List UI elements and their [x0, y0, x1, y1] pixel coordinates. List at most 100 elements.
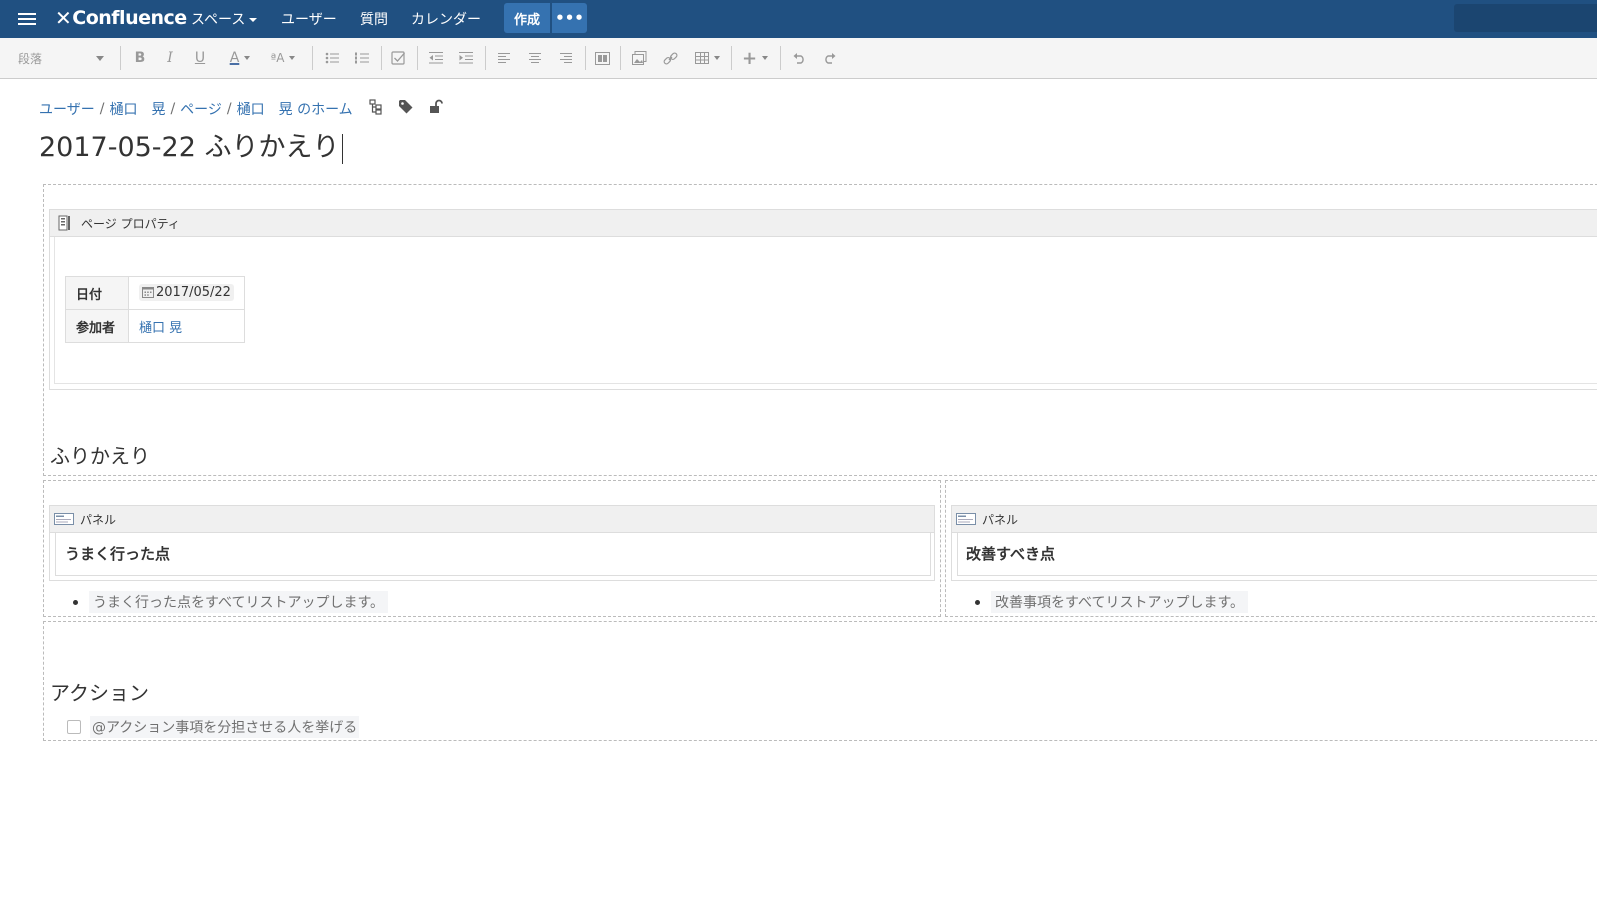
task-checkbox[interactable] [67, 720, 81, 734]
more-create-options-button[interactable]: ••• [552, 3, 587, 33]
redo-icon [825, 53, 836, 64]
italic-button[interactable]: I [160, 38, 180, 78]
nav-spaces[interactable]: スペース [191, 9, 258, 29]
page-properties-table: 日付 2017/05/22 参加者 樋口 晃 [65, 276, 245, 343]
date-value: 2017/05/22 [156, 284, 231, 300]
insert-link-button[interactable] [660, 38, 680, 78]
toolbar-divider [120, 46, 121, 70]
toolbar-divider [585, 46, 586, 70]
chevron-down-icon [249, 18, 258, 22]
panel-inner-frame [55, 533, 931, 576]
breadcrumb-home[interactable]: 樋口 晃 のホーム [237, 99, 353, 119]
nav-users[interactable]: ユーザー [281, 9, 337, 29]
paragraph-style-label: 段落 [18, 51, 43, 66]
toolbar-divider [417, 46, 418, 70]
confluence-logo[interactable]: ✕ Confluence [55, 6, 187, 30]
panel-macro-icon [956, 513, 976, 525]
undo-button[interactable] [789, 38, 809, 78]
numbered-list-button[interactable] [352, 38, 372, 78]
panel-macro-header-improve[interactable]: パネル [951, 505, 1597, 533]
chevron-down-icon [713, 56, 720, 60]
page-layout-icon [594, 51, 610, 65]
text-format-button[interactable]: ªA [266, 38, 300, 78]
panel-title-improve[interactable]: 改善すべき点 [966, 543, 1055, 564]
page-tree-icon[interactable] [369, 99, 385, 115]
page-properties-macro-header[interactable]: ページ プロパティ [49, 209, 1597, 237]
indent-button[interactable] [456, 38, 476, 78]
image-icon [631, 50, 646, 65]
task-list-button[interactable] [388, 38, 408, 78]
outdent-button[interactable] [426, 38, 446, 78]
chevron-down-icon [244, 56, 251, 60]
nav-spaces-label: スペース [191, 12, 246, 28]
participants-value-cell: 樋口 晃 [128, 309, 245, 343]
panel-body-good [49, 533, 935, 581]
plus-icon: + [741, 47, 758, 69]
paragraph-style-select[interactable]: 段落 [18, 46, 108, 70]
breadcrumb-pages[interactable]: ページ [180, 99, 222, 119]
insert-table-button[interactable] [690, 38, 724, 78]
insert-image-button[interactable] [629, 38, 649, 78]
link-icon [663, 51, 677, 64]
panel-title-good[interactable]: うまく行った点 [65, 543, 170, 564]
actions-heading[interactable]: アクション [50, 677, 149, 706]
panel-macro-header-good[interactable]: パネル [49, 505, 935, 533]
bullet-list-button[interactable] [322, 38, 342, 78]
text-color-label: A [229, 50, 240, 66]
participant-user-link[interactable]: 樋口 晃 [139, 321, 182, 336]
chevron-down-icon [96, 56, 104, 61]
breadcrumb-separator: / [99, 101, 105, 117]
chevron-down-icon [289, 56, 296, 60]
breadcrumb-separator: / [226, 101, 232, 117]
toolbar-divider [485, 46, 486, 70]
nav-questions[interactable]: 質問 [360, 9, 388, 29]
align-right-button[interactable] [556, 38, 576, 78]
list-item[interactable]: 改善事項をすべてリストアップします。 [975, 591, 1249, 613]
bold-button[interactable]: B [130, 38, 150, 78]
page-title-text: 2017-05-22 ふりかえり [39, 132, 340, 163]
logo-text: Confluence [72, 7, 187, 29]
task-placeholder-text: @アクション事項を分担させる人を挙げる [90, 716, 360, 738]
toolbar-divider [312, 46, 313, 70]
date-label-cell: 日付 [65, 276, 129, 310]
underline-button[interactable]: U [190, 38, 210, 78]
breadcrumb-separator: / [170, 101, 176, 117]
date-value-cell[interactable]: 2017/05/22 [128, 276, 245, 310]
align-left-button[interactable] [494, 38, 514, 78]
page-properties-inner-frame [54, 237, 1597, 384]
align-right-icon [560, 53, 572, 63]
retro-heading[interactable]: ふりかえり [50, 440, 150, 469]
toolbar-divider [620, 46, 621, 70]
restrictions-unlock-icon[interactable] [429, 99, 445, 115]
search-input[interactable] [1454, 4, 1597, 32]
redo-button[interactable] [820, 38, 840, 78]
indent-icon [459, 52, 473, 64]
page-layout-button[interactable] [592, 38, 612, 78]
bullet-list-icon [325, 52, 339, 64]
confluence-logo-icon: ✕ [55, 6, 72, 30]
toolbar-divider [381, 46, 382, 70]
text-color-button[interactable]: A [222, 38, 258, 78]
align-center-icon [529, 53, 541, 63]
calendar-icon [142, 287, 154, 299]
placeholder-text: 改善事項をすべてリストアップします。 [991, 591, 1249, 613]
bullet-dot [73, 599, 78, 605]
insert-more-content-button[interactable]: + [738, 38, 772, 78]
page-title-input[interactable]: 2017-05-22 ふりかえり [39, 125, 343, 164]
placeholder-text: うまく行った点をすべてリストアップします。 [89, 591, 389, 613]
breadcrumb-users[interactable]: ユーザー [39, 99, 95, 119]
list-item[interactable]: うまく行った点をすべてリストアップします。 [73, 591, 389, 613]
page-properties-macro-label: ページ プロパティ [81, 216, 180, 231]
table-row: 参加者 樋口 晃 [65, 309, 245, 343]
breadcrumb-user[interactable]: 樋口 晃 [109, 99, 165, 119]
align-center-button[interactable] [525, 38, 545, 78]
label-tag-icon[interactable] [398, 99, 414, 115]
create-button[interactable]: 作成 [504, 3, 550, 33]
panel-macro-label: パネル [982, 512, 1019, 527]
menu-icon[interactable] [18, 10, 36, 28]
top-navigation-bar: ✕ Confluence スペース ユーザー 質問 カレンダー 作成 ••• [0, 0, 1597, 38]
nav-calendar[interactable]: カレンダー [411, 9, 481, 29]
date-lozenge[interactable]: 2017/05/22 [139, 283, 234, 301]
task-item[interactable]: @アクション事項を分担させる人を挙げる [67, 716, 360, 738]
checkbox-icon [390, 50, 405, 65]
